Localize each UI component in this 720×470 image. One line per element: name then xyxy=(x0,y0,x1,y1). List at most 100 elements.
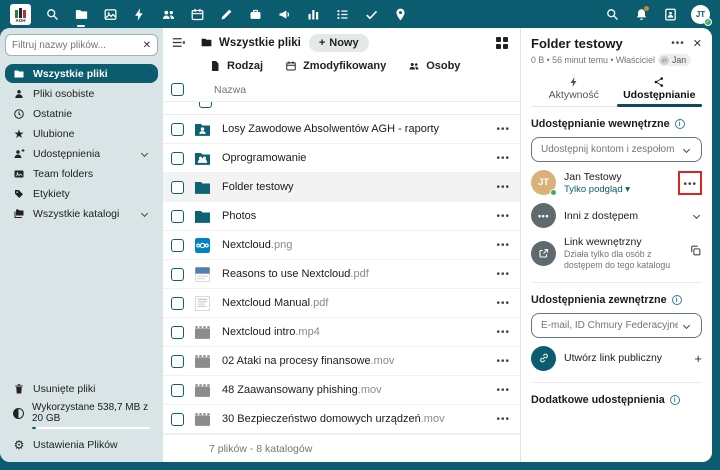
sidebar-item-team-folders[interactable]: Team folders xyxy=(5,164,158,183)
file-row-selected[interactable]: Folder testowy ••• xyxy=(163,173,520,202)
info-icon[interactable]: i xyxy=(675,119,685,129)
select-all-checkbox[interactable] xyxy=(171,83,184,96)
chevron-down-icon xyxy=(141,210,148,217)
sidebar-item-personal-files[interactable]: Pliki osobiste xyxy=(5,84,158,103)
file-row[interactable]: 30 Bezpieczeństwo domowych urządzeń.mov … xyxy=(163,405,520,434)
sidebar-item-favorites[interactable]: ★ Ulubione xyxy=(5,124,158,143)
panel-title: Folder testowy xyxy=(531,36,663,51)
row-checkbox[interactable] xyxy=(171,297,184,310)
panel-close-icon[interactable]: ✕ xyxy=(693,37,702,50)
contacts-app-icon[interactable] xyxy=(160,6,176,22)
owner-chip[interactable]: JTJan xyxy=(658,54,691,66)
add-public-link-icon[interactable]: + xyxy=(694,351,702,366)
row-actions-icon[interactable]: ••• xyxy=(496,385,510,396)
notes-app-icon[interactable] xyxy=(218,6,234,22)
row-actions-icon[interactable]: ••• xyxy=(496,269,510,280)
row-checkbox[interactable] xyxy=(171,268,184,281)
file-row[interactable]: Reasons to use Nextcloud.pdf ••• xyxy=(163,260,520,289)
create-public-link-row[interactable]: Utwórz link publiczny + xyxy=(531,346,702,371)
info-icon[interactable]: i xyxy=(670,395,680,405)
external-share-input[interactable] xyxy=(541,320,678,331)
row-actions-icon[interactable]: ••• xyxy=(496,356,510,367)
share-permission-dropdown[interactable]: Tylko podgląd ▾ xyxy=(564,184,670,195)
row-checkbox[interactable] xyxy=(171,239,184,252)
file-row[interactable]: Nextcloud Manual.pdf ••• xyxy=(163,289,520,318)
file-row[interactable]: Losy Zawodowe Absolwentów AGH - raporty … xyxy=(163,115,520,144)
search-app-icon[interactable] xyxy=(44,6,60,22)
row-checkbox[interactable] xyxy=(171,355,184,368)
grid-view-toggle-icon[interactable] xyxy=(496,37,508,49)
filter-chip-modified[interactable]: Zmodyfikowany xyxy=(285,60,386,72)
agh-logo[interactable]: AGH xyxy=(10,4,31,25)
analytics-app-icon[interactable] xyxy=(305,6,321,22)
info-icon[interactable]: i xyxy=(672,295,682,305)
sidebar-item-deleted-files[interactable]: Usunięte pliki xyxy=(5,379,158,398)
photos-app-icon[interactable] xyxy=(102,6,118,22)
topbar: AGH JT ✓ xyxy=(0,0,720,28)
toggle-navigation-icon[interactable] xyxy=(171,35,186,50)
row-actions-icon[interactable]: ••• xyxy=(496,153,510,164)
row-checkbox[interactable] xyxy=(171,326,184,339)
file-row[interactable]: 48 Zaawansowany phishing.mov ••• xyxy=(163,376,520,405)
tab-activity[interactable]: Aktywność xyxy=(531,74,617,106)
new-button[interactable]: + Nowy xyxy=(309,34,369,52)
share-entry-internal-link[interactable]: Link wewnętrzny Działa tylko dla osób z … xyxy=(531,236,702,271)
file-row[interactable]: 02 Ataki na procesy finansowe.mov ••• xyxy=(163,347,520,376)
row-checkbox[interactable] xyxy=(171,123,184,136)
row-actions-icon[interactable]: ••• xyxy=(496,414,510,425)
sidebar-item-recent[interactable]: Ostatnie xyxy=(5,104,158,123)
panel-menu-icon[interactable]: ••• xyxy=(671,38,685,49)
row-checkbox[interactable] xyxy=(171,413,184,426)
clear-filter-icon[interactable]: ✕ xyxy=(143,40,151,51)
tasks-app-icon[interactable] xyxy=(334,6,350,22)
contacts-menu-icon[interactable] xyxy=(662,6,678,22)
video-icon xyxy=(193,410,212,429)
file-row[interactable]: Nextcloud intro.mp4 ••• xyxy=(163,318,520,347)
row-checkbox[interactable] xyxy=(171,384,184,397)
quota-progress-fill xyxy=(32,427,36,429)
additional-shares-heading: Dodatkowe udostępnienia i xyxy=(531,394,702,406)
notifications-bell-icon[interactable] xyxy=(633,6,649,22)
calendar-app-icon[interactable] xyxy=(189,6,205,22)
breadcrumb[interactable]: Wszystkie pliki xyxy=(200,36,301,49)
sidebar-item-shares[interactable]: Udostępnienia xyxy=(5,144,158,163)
section-divider xyxy=(531,382,702,383)
deck-app-icon[interactable] xyxy=(247,6,263,22)
file-row[interactable]: Photos ••• xyxy=(163,202,520,231)
sidebar-item-files-settings[interactable]: ⚙ Ustawienia Plików xyxy=(5,435,158,454)
file-row[interactable]: Oprogramowanie ••• xyxy=(163,144,520,173)
row-actions-icon[interactable]: ••• xyxy=(496,240,510,251)
unified-search-icon[interactable] xyxy=(604,6,620,22)
filter-files-input[interactable] xyxy=(12,40,143,51)
quota-section[interactable]: Wykorzystane 538,7 MB z 20 GB xyxy=(5,400,158,433)
internal-share-input[interactable] xyxy=(541,144,678,155)
user-avatar[interactable]: JT ✓ xyxy=(691,5,710,24)
row-checkbox[interactable] xyxy=(171,152,184,165)
activity-app-icon[interactable] xyxy=(131,6,147,22)
tab-sharing[interactable]: Udostępnianie xyxy=(617,74,703,106)
shared-folder-icon xyxy=(193,120,212,139)
approval-app-icon[interactable] xyxy=(363,6,379,22)
row-actions-icon[interactable]: ••• xyxy=(496,182,510,193)
row-actions-icon[interactable]: ••• xyxy=(496,124,510,135)
share-actions-icon[interactable]: ••• xyxy=(683,179,697,190)
sidebar-item-tags[interactable]: Etykiety xyxy=(5,184,158,203)
filter-chip-type[interactable]: Rodzaj xyxy=(209,60,263,72)
sidebar-item-all-files[interactable]: Wszystkie pliki xyxy=(5,64,158,83)
files-main: Wszystkie pliki + Nowy Rodzaj Zmodyfikow… xyxy=(163,28,520,462)
row-actions-icon[interactable]: ••• xyxy=(496,327,510,338)
row-checkbox[interactable] xyxy=(171,210,184,223)
row-checkbox[interactable] xyxy=(171,181,184,194)
sidebar-item-all-folders[interactable]: Wszystkie katalogi xyxy=(5,204,158,223)
files-app-icon[interactable] xyxy=(73,6,89,22)
maps-app-icon[interactable] xyxy=(392,6,408,22)
row-actions-icon[interactable]: ••• xyxy=(496,211,510,222)
filter-chip-people[interactable]: Osoby xyxy=(408,60,460,72)
copy-link-icon[interactable] xyxy=(689,244,702,262)
file-row[interactable]: Nextcloud.png ••• xyxy=(163,231,520,260)
online-dot xyxy=(550,189,557,196)
row-actions-icon[interactable]: ••• xyxy=(496,298,510,309)
announcements-app-icon[interactable] xyxy=(276,6,292,22)
public-link-avatar xyxy=(531,346,556,371)
share-entry-others[interactable]: ••• Inni z dostępem xyxy=(531,203,702,228)
